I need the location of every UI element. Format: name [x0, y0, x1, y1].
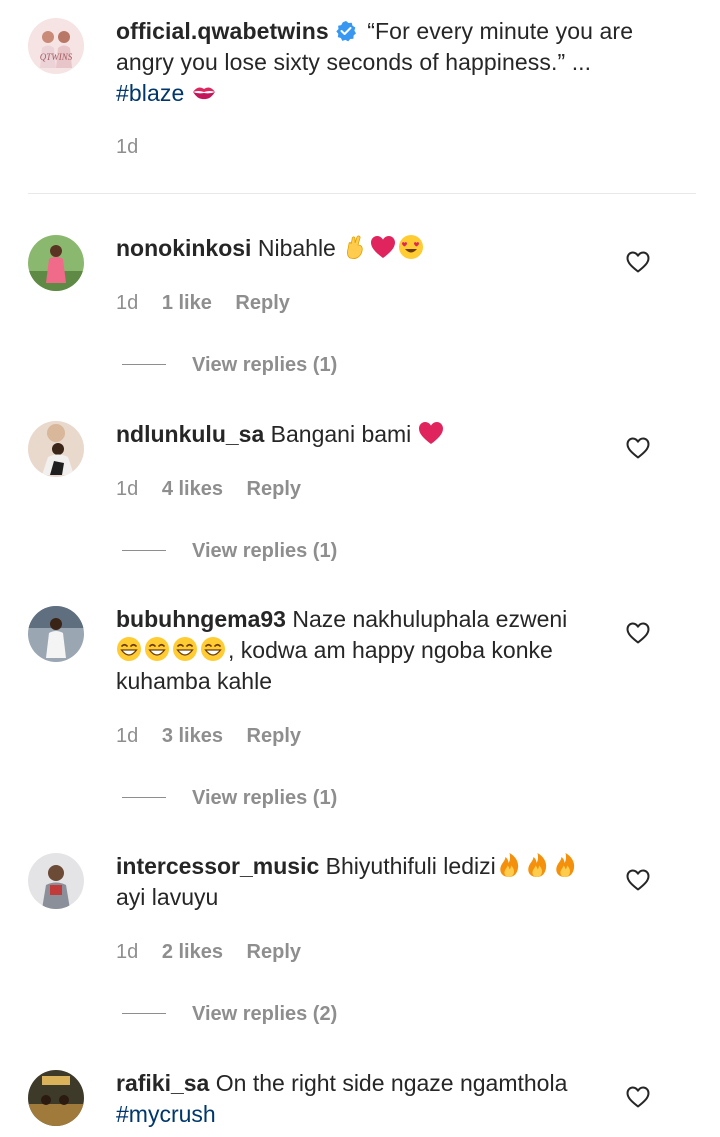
comment-meta: 1d 4 likes Reply — [116, 478, 319, 501]
reply-button[interactable]: Reply — [247, 941, 301, 963]
avatar[interactable] — [28, 1070, 84, 1126]
avatar[interactable]: QTWINS — [28, 18, 84, 74]
post-caption: QTWINS official.qwabetwins “For every mi… — [0, 0, 720, 195]
comment-likes[interactable]: 1 like — [162, 292, 212, 314]
comment-likes[interactable]: 3 likes — [162, 725, 223, 747]
comment-meta: 1d 3 likes Reply — [116, 725, 319, 748]
comment-timestamp: 1d — [116, 478, 139, 500]
comment-meta: 1d 2 likes Reply — [116, 941, 319, 964]
avatar[interactable] — [28, 421, 84, 477]
reply-button[interactable]: Reply — [247, 478, 301, 500]
comment-likes[interactable]: 2 likes — [162, 941, 223, 963]
divider — [122, 550, 166, 551]
like-heart-icon[interactable] — [626, 1086, 650, 1108]
reply-button[interactable]: Reply — [247, 725, 301, 747]
comment-timestamp: 1d — [116, 292, 139, 314]
heart-eyes-icon — [398, 234, 424, 260]
view-replies-button[interactable]: View replies (2) — [122, 1003, 337, 1026]
comment-username[interactable]: intercessor_music — [116, 853, 319, 879]
crossed-fingers-icon — [342, 234, 368, 260]
grinning-sweat-icon — [172, 636, 198, 662]
comment-body: Naze nakhuluphala ezweni — [292, 606, 568, 632]
view-replies-button[interactable]: View replies (1) — [122, 540, 337, 563]
avatar[interactable] — [28, 606, 84, 662]
fire-icon — [496, 852, 522, 878]
avatar-logo-text: QTWINS — [40, 52, 73, 62]
like-heart-icon[interactable] — [626, 622, 650, 644]
red-heart-icon — [418, 420, 444, 446]
fire-icon — [552, 852, 578, 878]
comment-username[interactable]: bubuhngema93 — [116, 606, 286, 632]
comment-timestamp: 1d — [116, 725, 139, 747]
caption-text: official.qwabetwins “For every minute yo… — [116, 16, 676, 109]
comment-likes[interactable]: 4 likes — [162, 478, 223, 500]
comment-text: rafiki_sa On the right side ngaze ngamth… — [116, 1068, 606, 1130]
caption-username[interactable]: official.qwabetwins — [116, 18, 329, 44]
comment-username[interactable]: nonokinkosi — [116, 235, 251, 261]
view-replies-label: View replies (1) — [192, 354, 338, 376]
divider — [28, 193, 696, 194]
view-replies-button[interactable]: View replies (1) — [122, 354, 337, 377]
comment-body: Nibahle — [257, 235, 336, 261]
comment-text: ndlunkulu_sa Bangani bami — [116, 419, 606, 450]
view-replies-label: View replies (2) — [192, 1003, 338, 1025]
comment-text: nonokinkosi Nibahle — [116, 233, 606, 264]
caption-hashtag[interactable]: #blaze — [116, 80, 184, 106]
reply-button[interactable]: Reply — [235, 292, 289, 314]
comment-username[interactable]: ndlunkulu_sa — [116, 421, 264, 447]
like-heart-icon[interactable] — [626, 251, 650, 273]
comment-body: On the right side ngaze ngamthola — [215, 1070, 568, 1096]
grinning-sweat-icon — [116, 636, 142, 662]
like-heart-icon[interactable] — [626, 437, 650, 459]
comment-body: Bhiyuthifuli ledizi — [325, 853, 496, 879]
grinning-sweat-icon — [200, 636, 226, 662]
comment-text: bubuhngema93 Naze nakhuluphala ezweni, k… — [116, 604, 606, 697]
comment-body: Bangani bami — [270, 421, 412, 447]
avatar[interactable] — [28, 235, 84, 291]
divider — [122, 364, 166, 365]
comment-text: intercessor_music Bhiyuthifuli ledizi ayi… — [116, 851, 606, 913]
kiss-mark-icon — [191, 79, 217, 105]
comment-hashtag[interactable]: #mycrush — [116, 1101, 216, 1127]
view-replies-button[interactable]: View replies (1) — [122, 787, 337, 810]
divider — [122, 1013, 166, 1014]
comment-body-continued: ayi lavuyu — [116, 884, 219, 910]
view-replies-label: View replies (1) — [192, 787, 338, 809]
avatar[interactable] — [28, 853, 84, 909]
view-replies-label: View replies (1) — [192, 540, 338, 562]
comment-timestamp: 1d — [116, 941, 139, 963]
comment-username[interactable]: rafiki_sa — [116, 1070, 209, 1096]
caption-timestamp: 1d — [116, 136, 139, 158]
fire-icon — [524, 852, 550, 878]
grinning-sweat-icon — [144, 636, 170, 662]
like-heart-icon[interactable] — [626, 869, 650, 891]
comment-meta: 1d 1 like Reply — [116, 292, 308, 315]
verified-badge-icon — [335, 19, 357, 42]
divider — [122, 797, 166, 798]
red-heart-icon — [370, 234, 396, 260]
